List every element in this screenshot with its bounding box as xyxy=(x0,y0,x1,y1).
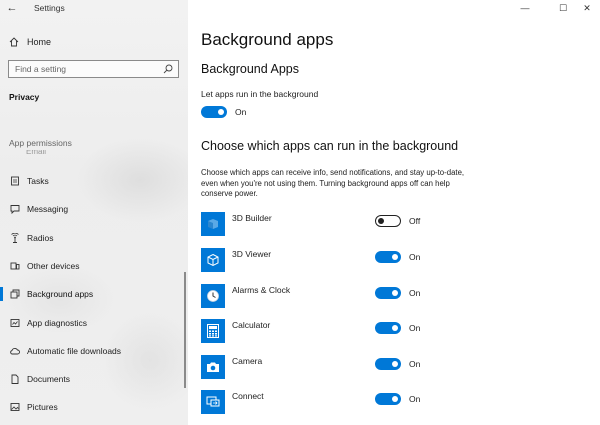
tasks-icon xyxy=(9,176,20,187)
sidebar-item-label: Tasks xyxy=(27,176,49,186)
sidebar-item-label: Pictures xyxy=(27,402,58,412)
sidebar-item-label: Documents xyxy=(27,374,70,384)
app-toggle-state: On xyxy=(409,359,421,369)
app-name: 3D Builder xyxy=(232,213,272,223)
master-toggle-state: On xyxy=(235,107,247,117)
app-name: Camera xyxy=(232,356,263,366)
sidebar-item-label: Messaging xyxy=(27,204,69,214)
app-row-calculator: Calculator On xyxy=(201,319,441,343)
master-toggle-label: Let apps run in the background xyxy=(201,89,319,99)
document-icon xyxy=(9,374,20,385)
sidebar-item-tasks[interactable]: Tasks xyxy=(0,171,184,191)
app-title: Settings xyxy=(34,3,65,13)
app-toggle-calculator[interactable] xyxy=(375,322,401,334)
sidebar-item-label: App diagnostics xyxy=(27,318,88,328)
home-icon xyxy=(9,37,19,47)
app-toggle-state: Off xyxy=(409,216,421,226)
background-apps-subtitle: Background Apps xyxy=(201,62,299,76)
sidebar-item-other-devices[interactable]: Other devices xyxy=(0,256,184,276)
app-toggle-camera[interactable] xyxy=(375,358,401,370)
master-toggle-switch[interactable] xyxy=(201,106,227,118)
app-toggle-state: On xyxy=(409,288,421,298)
connect-icon xyxy=(201,390,225,414)
page-title: Background apps xyxy=(201,30,334,49)
messaging-icon xyxy=(9,204,20,215)
app-diagnostics-icon xyxy=(9,318,20,329)
sidebar-scrollbar[interactable] xyxy=(184,272,186,388)
app-name: Calculator xyxy=(232,320,271,330)
app-toggle-state: On xyxy=(409,252,421,262)
sidebar: ← Settings Home Find a setting Privacy A… xyxy=(0,0,188,425)
calculator-icon xyxy=(201,319,225,343)
sidebar-item-documents[interactable]: Documents xyxy=(0,369,184,389)
app-toggle-3d-builder[interactable] xyxy=(375,215,401,227)
sidebar-item-label: Automatic file downloads xyxy=(27,346,122,356)
app-row-3d-viewer: 3D Viewer On xyxy=(201,248,441,272)
3d-viewer-icon xyxy=(201,248,225,272)
pictures-icon xyxy=(9,402,20,413)
app-toggle-state: On xyxy=(409,323,421,333)
sidebar-item-label: Other devices xyxy=(27,261,80,271)
other-devices-icon xyxy=(9,261,20,272)
title-bar: ← Settings xyxy=(0,0,188,16)
sidebar-item-app-diagnostics[interactable]: App diagnostics xyxy=(0,313,184,333)
app-toggle-connect[interactable] xyxy=(375,393,401,405)
sidebar-item-background-apps[interactable]: Background apps xyxy=(0,284,184,304)
app-row-camera: Camera On xyxy=(201,355,441,379)
app-name: Connect xyxy=(232,391,264,401)
group-title: App permissions xyxy=(9,138,72,148)
master-toggle[interactable]: On xyxy=(201,106,246,118)
app-name: Alarms & Clock xyxy=(232,285,291,295)
app-row-3d-builder: 3D Builder Off xyxy=(201,212,441,236)
nav-home-label: Home xyxy=(27,37,52,47)
app-row-connect: Connect On xyxy=(201,390,441,414)
app-toggle-alarms-clock[interactable] xyxy=(375,287,401,299)
section-title: Privacy xyxy=(9,92,40,102)
3d-builder-icon xyxy=(201,212,225,236)
sidebar-item-radios[interactable]: Radios xyxy=(0,228,184,248)
sidebar-item-messaging[interactable]: Messaging xyxy=(0,199,184,219)
nav-home[interactable]: Home xyxy=(0,34,188,50)
background-apps-icon xyxy=(9,289,20,300)
choose-apps-description: Choose which apps can receive info, send… xyxy=(201,168,465,198)
search-icon xyxy=(163,64,173,74)
sidebar-item-automatic-file-downloads[interactable]: Automatic file downloads xyxy=(0,341,184,361)
sidebar-item-label: Radios xyxy=(27,233,54,243)
alarms-clock-icon xyxy=(201,284,225,308)
camera-icon xyxy=(201,355,225,379)
main-content: Background apps Background Apps Let apps… xyxy=(201,0,600,425)
cloud-icon xyxy=(9,346,20,357)
choose-apps-title: Choose which apps can run in the backgro… xyxy=(201,139,459,153)
sidebar-item-pictures[interactable]: Pictures xyxy=(0,397,184,417)
sidebar-item-email-partial[interactable]: Email xyxy=(26,150,46,156)
search-placeholder: Find a setting xyxy=(15,64,67,74)
app-name: 3D Viewer xyxy=(232,249,272,259)
app-toggle-3d-viewer[interactable] xyxy=(375,251,401,263)
app-toggle-state: On xyxy=(409,394,421,404)
app-row-alarms-clock: Alarms & Clock On xyxy=(201,284,441,308)
sidebar-item-label: Background apps xyxy=(27,289,94,299)
back-button[interactable]: ← xyxy=(0,0,24,16)
radios-icon xyxy=(9,233,20,244)
search-input[interactable]: Find a setting xyxy=(8,60,179,78)
